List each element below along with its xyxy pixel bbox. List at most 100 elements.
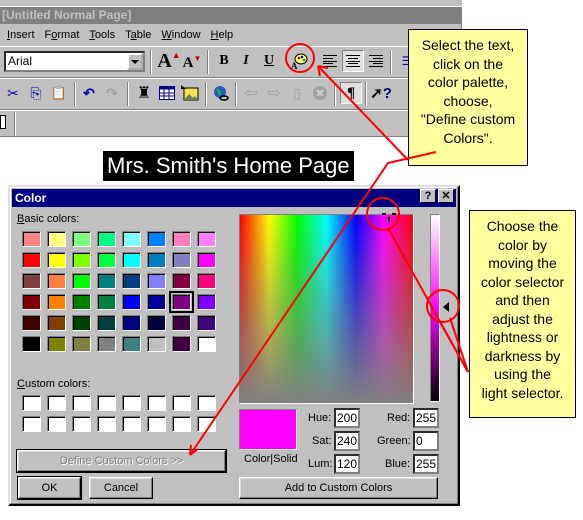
green-field[interactable]: 0	[413, 431, 439, 451]
basic-color-swatch[interactable]	[97, 252, 116, 268]
menu-format[interactable]: Format	[40, 26, 85, 44]
stop-button[interactable]	[309, 82, 331, 104]
basic-color-swatch[interactable]	[47, 294, 66, 310]
basic-color-swatch[interactable]	[172, 315, 191, 331]
color-spectrum[interactable]	[239, 214, 414, 404]
basic-color-swatch[interactable]	[97, 315, 116, 331]
color-selector-crosshair[interactable]	[382, 213, 396, 223]
ok-button[interactable]: OK	[17, 476, 82, 500]
custom-color-swatch[interactable]	[122, 395, 141, 411]
dialog-close-button[interactable]: ✕	[438, 189, 454, 203]
font-name-select[interactable]: Arial	[4, 51, 145, 72]
underline-button[interactable]: U	[258, 50, 280, 72]
custom-color-swatch[interactable]	[22, 416, 41, 432]
basic-color-swatch[interactable]	[197, 273, 216, 289]
basic-color-swatch[interactable]	[22, 294, 41, 310]
basic-color-swatch[interactable]	[47, 336, 66, 352]
align-left-button[interactable]	[319, 50, 341, 72]
basic-color-swatch[interactable]	[197, 336, 216, 352]
basic-color-swatch[interactable]	[22, 231, 41, 247]
basic-color-swatch[interactable]	[22, 273, 41, 289]
refresh-button[interactable]: ▯	[286, 82, 308, 104]
add-to-custom-colors-button[interactable]: Add to Custom Colors	[239, 477, 438, 499]
basic-color-swatch[interactable]	[72, 294, 91, 310]
dialog-help-button[interactable]: ?	[420, 189, 436, 203]
shrink-font-button[interactable]: A ▼	[181, 52, 203, 74]
red-field[interactable]: 255	[413, 408, 439, 428]
luminosity-slider[interactable]	[430, 214, 440, 402]
basic-color-swatch[interactable]	[147, 315, 166, 331]
basic-color-swatch[interactable]	[97, 231, 116, 247]
menu-tools[interactable]: Tools	[84, 26, 120, 44]
lum-field[interactable]: 120	[334, 454, 360, 474]
basic-color-swatch[interactable]	[72, 336, 91, 352]
custom-color-swatch[interactable]	[47, 416, 66, 432]
basic-color-swatch[interactable]	[122, 273, 141, 289]
basic-color-swatch[interactable]	[147, 231, 166, 247]
redo-button[interactable]: ↷	[101, 82, 123, 104]
basic-color-swatch[interactable]	[172, 273, 191, 289]
cancel-button[interactable]: Cancel	[89, 477, 153, 499]
basic-color-swatch[interactable]	[197, 294, 216, 310]
menu-window[interactable]: Window	[156, 26, 205, 44]
custom-color-swatch[interactable]	[172, 416, 191, 432]
basic-color-swatch[interactable]	[72, 231, 91, 247]
italic-button[interactable]: I	[235, 50, 257, 72]
chevron-down-icon[interactable]	[127, 53, 143, 70]
basic-color-swatch[interactable]	[97, 336, 116, 352]
custom-color-swatch[interactable]	[47, 395, 66, 411]
basic-color-swatch[interactable]	[72, 315, 91, 331]
basic-color-swatch[interactable]	[197, 315, 216, 331]
hue-field[interactable]: 200	[334, 408, 360, 428]
copy-button[interactable]: ⎘	[25, 82, 47, 104]
text-color-button[interactable]: A	[288, 50, 310, 72]
grow-font-button[interactable]: A ▲	[157, 50, 180, 72]
show-all-button[interactable]: ¶	[340, 82, 362, 104]
basic-color-swatch[interactable]	[47, 231, 66, 247]
basic-color-swatch[interactable]	[47, 252, 66, 268]
basic-color-swatch[interactable]	[147, 294, 166, 310]
basic-color-swatch[interactable]	[22, 315, 41, 331]
basic-color-swatch[interactable]	[172, 231, 191, 247]
help-pointer-button[interactable]: ➚?	[370, 82, 392, 104]
custom-color-swatch[interactable]	[22, 395, 41, 411]
basic-color-swatch[interactable]	[147, 273, 166, 289]
hyperlink-button[interactable]	[210, 82, 232, 104]
custom-color-swatch[interactable]	[122, 416, 141, 432]
insert-image-button[interactable]	[179, 82, 201, 104]
blue-field[interactable]: 255	[413, 454, 439, 474]
menu-table[interactable]: Table	[120, 26, 156, 44]
undo-button[interactable]: ↶	[78, 82, 100, 104]
basic-color-swatch[interactable]	[72, 252, 91, 268]
custom-color-swatch[interactable]	[147, 395, 166, 411]
basic-color-swatch[interactable]	[122, 336, 141, 352]
sat-field[interactable]: 240	[334, 431, 360, 451]
define-custom-colors-button[interactable]: Define Custom Colors >>	[16, 449, 227, 473]
custom-color-swatch[interactable]	[197, 395, 216, 411]
basic-color-swatch[interactable]	[122, 315, 141, 331]
selected-heading-text[interactable]: Mrs. Smith's Home Page	[103, 151, 354, 181]
custom-color-swatch[interactable]	[97, 395, 116, 411]
paste-button[interactable]: 📋	[48, 82, 70, 104]
basic-color-swatch[interactable]	[22, 336, 41, 352]
custom-color-swatch[interactable]	[172, 395, 191, 411]
basic-color-swatch[interactable]	[122, 294, 141, 310]
basic-color-swatch[interactable]	[169, 291, 194, 313]
basic-color-swatch[interactable]	[97, 273, 116, 289]
basic-color-swatch[interactable]	[147, 336, 166, 352]
luminosity-arrow-handle[interactable]	[443, 302, 449, 312]
menu-help[interactable]: Help	[206, 26, 239, 44]
align-center-button[interactable]	[342, 50, 364, 72]
menu-insert[interactable]: Insert	[2, 26, 40, 44]
custom-color-swatch[interactable]	[97, 416, 116, 432]
basic-color-swatch[interactable]	[147, 252, 166, 268]
basic-color-swatch[interactable]	[47, 273, 66, 289]
basic-color-swatch[interactable]	[22, 252, 41, 268]
basic-color-swatch[interactable]	[72, 273, 91, 289]
basic-color-swatch[interactable]	[197, 231, 216, 247]
custom-color-swatch[interactable]	[72, 395, 91, 411]
custom-color-swatch[interactable]	[197, 416, 216, 432]
align-right-button[interactable]	[365, 50, 387, 72]
forward-button[interactable]: ⇨	[263, 82, 285, 104]
basic-color-swatch[interactable]	[197, 252, 216, 268]
